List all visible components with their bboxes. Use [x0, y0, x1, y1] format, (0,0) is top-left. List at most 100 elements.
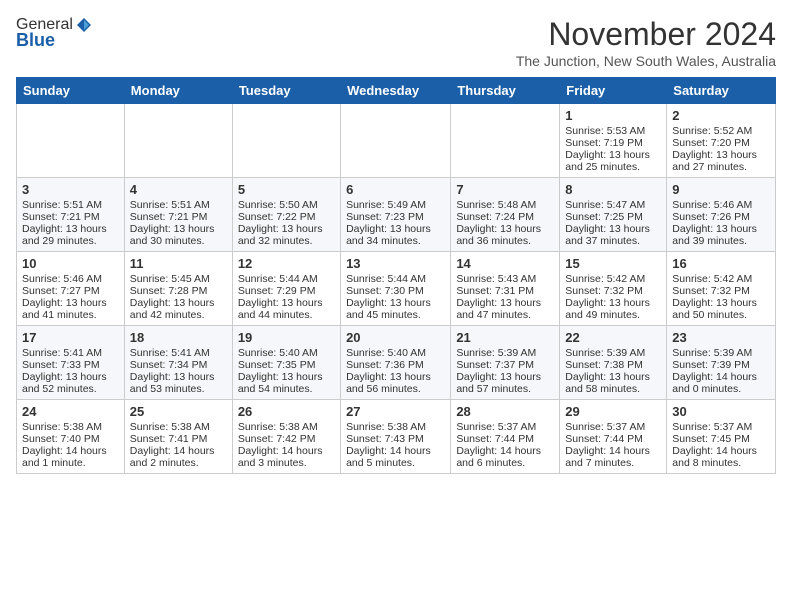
calendar-cell: 16Sunrise: 5:42 AMSunset: 7:32 PMDayligh…	[667, 252, 776, 326]
sunset-text: Sunset: 7:19 PM	[565, 137, 661, 149]
sunset-text: Sunset: 7:34 PM	[130, 359, 227, 371]
calendar-cell: 29 Sunrise: 5:37 AMSunset: 7:44 PMDayligh…	[560, 400, 667, 474]
daylight-text: Daylight: 13 hours and 34 minutes.	[346, 223, 445, 247]
calendar-cell: 7Sunrise: 5:48 AMSunset: 7:24 PMDaylight…	[451, 178, 560, 252]
day-number: 18	[130, 330, 227, 345]
sunset-text: Sunset: 7:42 PM	[238, 433, 335, 445]
sunset-text: Sunset: 7:21 PM	[130, 211, 227, 223]
sunrise-text: Sunrise: 5:40 AM	[238, 347, 335, 359]
calendar-cell: 10Sunrise: 5:46 AMSunset: 7:27 PMDayligh…	[17, 252, 125, 326]
calendar-week-row: 1 Sunrise: 5:53 AMSunset: 7:19 PMDaylight…	[17, 104, 776, 178]
sunset-text: Sunset: 7:26 PM	[672, 211, 770, 223]
day-number: 13	[346, 256, 445, 271]
daylight-text: Daylight: 13 hours and 41 minutes.	[22, 297, 119, 321]
sunset-text: Sunset: 7:43 PM	[346, 433, 445, 445]
day-number: 12	[238, 256, 335, 271]
calendar-cell: 11Sunrise: 5:45 AMSunset: 7:28 PMDayligh…	[124, 252, 232, 326]
sunset-text: Sunset: 7:24 PM	[456, 211, 554, 223]
sunrise-text: Sunrise: 5:37 AM	[672, 421, 770, 433]
sunrise-text: Sunrise: 5:44 AM	[346, 273, 445, 285]
sunset-text: Sunset: 7:39 PM	[672, 359, 770, 371]
daylight-text: Daylight: 13 hours and 32 minutes.	[238, 223, 335, 247]
title-area: November 2024 The Junction, New South Wa…	[516, 16, 776, 69]
sunrise-text: Sunrise: 5:44 AM	[238, 273, 335, 285]
calendar-day-header: Sunday	[17, 78, 125, 104]
subtitle: The Junction, New South Wales, Australia	[516, 53, 776, 69]
daylight-text: Daylight: 13 hours and 47 minutes.	[456, 297, 554, 321]
sunrise-text: Sunrise: 5:43 AM	[456, 273, 554, 285]
daylight-text: Daylight: 14 hours and 7 minutes.	[565, 445, 661, 469]
day-number: 25	[130, 404, 227, 419]
sunset-text: Sunset: 7:22 PM	[238, 211, 335, 223]
day-number: 1	[565, 108, 661, 123]
calendar-cell	[232, 104, 340, 178]
calendar-cell: 24Sunrise: 5:38 AMSunset: 7:40 PMDayligh…	[17, 400, 125, 474]
sunset-text: Sunset: 7:41 PM	[130, 433, 227, 445]
day-number: 29	[565, 404, 661, 419]
daylight-text: Daylight: 13 hours and 42 minutes.	[130, 297, 227, 321]
calendar-cell: 4Sunrise: 5:51 AMSunset: 7:21 PMDaylight…	[124, 178, 232, 252]
daylight-text: Daylight: 13 hours and 37 minutes.	[565, 223, 661, 247]
calendar-cell: 19Sunrise: 5:40 AMSunset: 7:35 PMDayligh…	[232, 326, 340, 400]
daylight-text: Daylight: 13 hours and 54 minutes.	[238, 371, 335, 395]
sunrise-text: Sunrise: 5:39 AM	[456, 347, 554, 359]
sunrise-text: Sunrise: 5:38 AM	[130, 421, 227, 433]
sunrise-text: Sunrise: 5:51 AM	[130, 199, 227, 211]
day-number: 16	[672, 256, 770, 271]
sunset-text: Sunset: 7:23 PM	[346, 211, 445, 223]
calendar-cell	[17, 104, 125, 178]
sunrise-text: Sunrise: 5:46 AM	[22, 273, 119, 285]
daylight-text: Daylight: 13 hours and 39 minutes.	[672, 223, 770, 247]
calendar-day-header: Friday	[560, 78, 667, 104]
sunset-text: Sunset: 7:38 PM	[565, 359, 661, 371]
calendar-cell: 5 Sunrise: 5:50 AMSunset: 7:22 PMDaylight…	[232, 178, 340, 252]
day-number: 27	[346, 404, 445, 419]
calendar-cell: 25 Sunrise: 5:38 AMSunset: 7:41 PMDayligh…	[124, 400, 232, 474]
calendar-day-header: Saturday	[667, 78, 776, 104]
sunrise-text: Sunrise: 5:50 AM	[238, 199, 335, 211]
daylight-text: Daylight: 13 hours and 52 minutes.	[22, 371, 119, 395]
calendar-cell: 14Sunrise: 5:43 AMSunset: 7:31 PMDayligh…	[451, 252, 560, 326]
sunrise-text: Sunrise: 5:38 AM	[22, 421, 119, 433]
sunrise-text: Sunrise: 5:52 AM	[672, 125, 770, 137]
calendar-cell: 23Sunrise: 5:39 AMSunset: 7:39 PMDayligh…	[667, 326, 776, 400]
daylight-text: Daylight: 14 hours and 5 minutes.	[346, 445, 445, 469]
daylight-text: Daylight: 14 hours and 0 minutes.	[672, 371, 770, 395]
sunrise-text: Sunrise: 5:37 AM	[565, 421, 661, 433]
sunset-text: Sunset: 7:31 PM	[456, 285, 554, 297]
calendar-cell: 30Sunrise: 5:37 AMSunset: 7:45 PMDayligh…	[667, 400, 776, 474]
sunrise-text: Sunrise: 5:39 AM	[565, 347, 661, 359]
sunset-text: Sunset: 7:35 PM	[238, 359, 335, 371]
sunrise-text: Sunrise: 5:40 AM	[346, 347, 445, 359]
calendar-cell: 21Sunrise: 5:39 AMSunset: 7:37 PMDayligh…	[451, 326, 560, 400]
sunrise-text: Sunrise: 5:41 AM	[130, 347, 227, 359]
calendar-cell: 13Sunrise: 5:44 AMSunset: 7:30 PMDayligh…	[341, 252, 451, 326]
sunrise-text: Sunrise: 5:53 AM	[565, 125, 661, 137]
calendar-cell	[451, 104, 560, 178]
calendar-cell: 8Sunrise: 5:47 AMSunset: 7:25 PMDaylight…	[560, 178, 667, 252]
day-number: 8	[565, 182, 661, 197]
sunrise-text: Sunrise: 5:38 AM	[346, 421, 445, 433]
sunrise-text: Sunrise: 5:46 AM	[672, 199, 770, 211]
sunrise-text: Sunrise: 5:38 AM	[238, 421, 335, 433]
calendar-cell: 22Sunrise: 5:39 AMSunset: 7:38 PMDayligh…	[560, 326, 667, 400]
day-number: 3	[22, 182, 119, 197]
sunrise-text: Sunrise: 5:37 AM	[456, 421, 554, 433]
calendar-cell: 17Sunrise: 5:41 AMSunset: 7:33 PMDayligh…	[17, 326, 125, 400]
calendar-cell	[341, 104, 451, 178]
calendar-week-row: 17Sunrise: 5:41 AMSunset: 7:33 PMDayligh…	[17, 326, 776, 400]
calendar-cell	[124, 104, 232, 178]
daylight-text: Daylight: 14 hours and 3 minutes.	[238, 445, 335, 469]
calendar-cell: 2Sunrise: 5:52 AMSunset: 7:20 PMDaylight…	[667, 104, 776, 178]
daylight-text: Daylight: 13 hours and 25 minutes.	[565, 149, 661, 173]
daylight-text: Daylight: 13 hours and 50 minutes.	[672, 297, 770, 321]
sunrise-text: Sunrise: 5:42 AM	[565, 273, 661, 285]
sunrise-text: Sunrise: 5:39 AM	[672, 347, 770, 359]
day-number: 24	[22, 404, 119, 419]
day-number: 5	[238, 182, 335, 197]
calendar-cell: 26Sunrise: 5:38 AMSunset: 7:42 PMDayligh…	[232, 400, 340, 474]
sunset-text: Sunset: 7:44 PM	[565, 433, 661, 445]
day-number: 7	[456, 182, 554, 197]
daylight-text: Daylight: 14 hours and 2 minutes.	[130, 445, 227, 469]
calendar-cell: 3Sunrise: 5:51 AMSunset: 7:21 PMDaylight…	[17, 178, 125, 252]
